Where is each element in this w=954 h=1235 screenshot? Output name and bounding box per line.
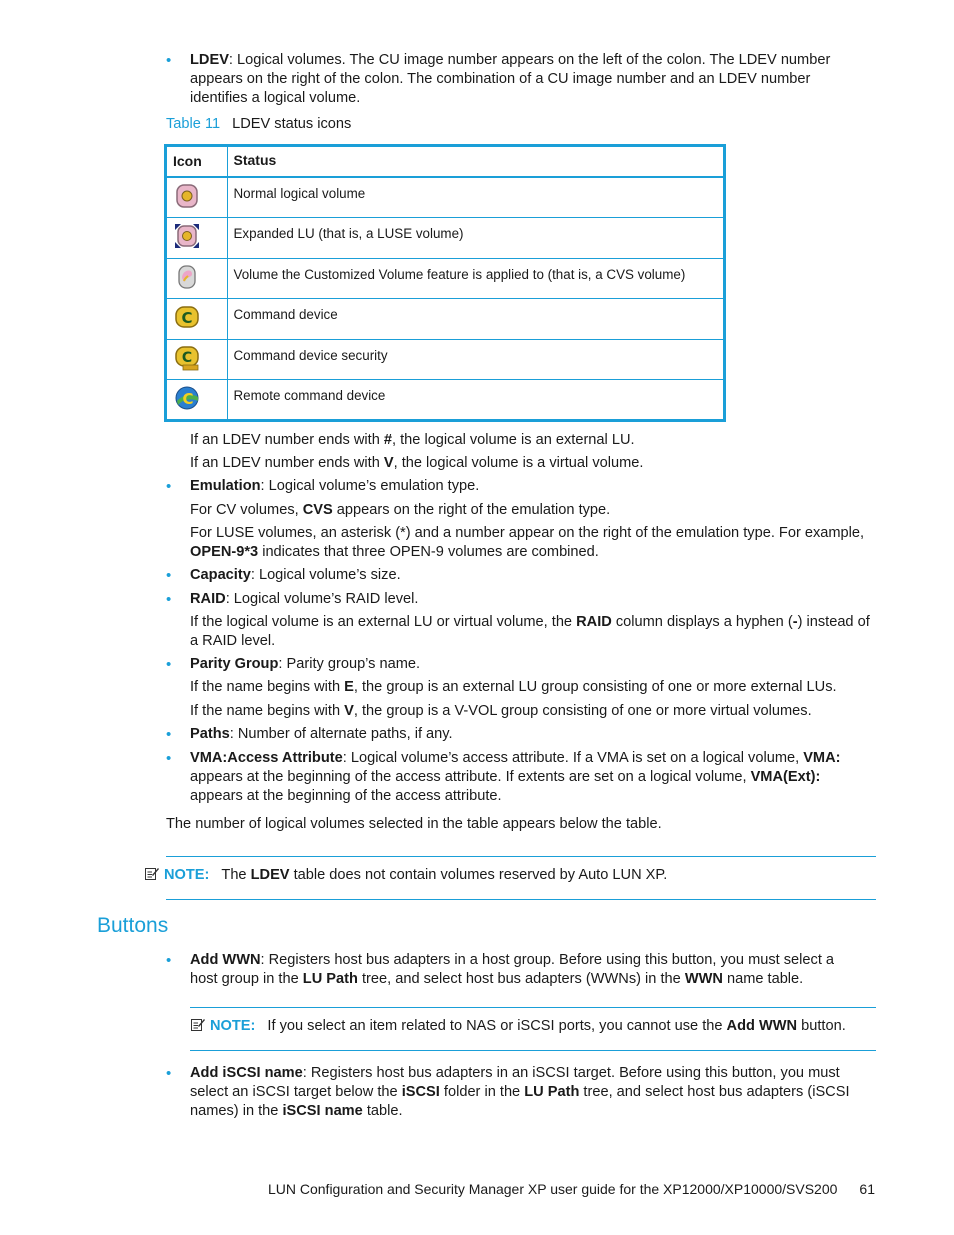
add-wwn-bullet: • Add WWN: Registers host bus adapters i… xyxy=(166,952,835,987)
column-header-status: Status xyxy=(227,147,723,178)
add-iscsi-bullet: • Add iSCSI name: Registers host bus ada… xyxy=(166,1065,850,1119)
status-text: Command device xyxy=(227,298,723,340)
parity-v-note: If the name begins with V, the group is … xyxy=(190,703,812,719)
note-add-wwn: NOTE: If you select an item related to NA… xyxy=(190,1016,846,1036)
bullet-icon: • xyxy=(166,656,172,673)
svg-text:C: C xyxy=(182,390,193,408)
note-divider-top xyxy=(166,856,876,857)
column-header-icon: Icon xyxy=(167,147,228,178)
ldev-bullet: • LDEV: Logical volumes. The CU image nu… xyxy=(166,51,856,108)
table-row: C Command device xyxy=(167,298,723,340)
status-text: Remote command device xyxy=(233,388,386,403)
note-icon xyxy=(145,868,159,880)
ldev-virtual-note: If an LDEV number ends with V, the logic… xyxy=(190,455,644,471)
emulation-luse-note: For LUSE volumes, an asterisk (*) and a … xyxy=(190,525,865,560)
vma-bullet: • VMA:Access Attribute: Logical volume’s… xyxy=(166,750,841,804)
table-caption: Table 11 LDEV status icons xyxy=(166,115,351,134)
parity-group-bullet: • Parity Group: Parity group’s name. xyxy=(166,656,421,673)
command-device-security-icon: C xyxy=(175,345,199,370)
command-device-icon: C xyxy=(175,306,199,328)
emulation-bullet: • Emulation: Logical volume’s emulation … xyxy=(166,478,480,495)
remote-command-device-icon: C xyxy=(175,386,199,410)
svg-text:C: C xyxy=(182,350,192,366)
page-number: 61 xyxy=(859,1181,875,1197)
footer-title: LUN Configuration and Security Manager X… xyxy=(267,1181,838,1197)
emulation-cv-note: For CV volumes, CVS appears on the right… xyxy=(190,502,611,518)
ldev-status-icons-table: Icon Status Normal logical volume Expand… xyxy=(164,144,726,422)
expanded-lu-icon xyxy=(175,224,199,248)
bullet-icon: • xyxy=(166,1065,172,1082)
normal-logical-volume-icon xyxy=(176,184,198,208)
table-row: Expanded LU (that is, a LUSE volume) xyxy=(167,217,723,259)
table-header-row: Icon Status xyxy=(167,147,723,178)
note-label: NOTE: xyxy=(164,867,210,883)
table-row: C Command device security xyxy=(167,339,723,380)
note-icon xyxy=(191,1019,205,1031)
selected-count-text: The number of logical volumes selected i… xyxy=(166,816,662,832)
capacity-bullet: • Capacity: Logical volume’s size. xyxy=(166,567,401,584)
paths-bullet: • Paths: Number of alternate paths, if a… xyxy=(166,726,453,743)
bullet-icon: • xyxy=(166,567,172,584)
term: LDEV xyxy=(190,52,229,68)
raid-note: If the logical volume is an external LU … xyxy=(190,614,870,649)
bullet-icon: • xyxy=(166,591,172,608)
note-divider-bottom xyxy=(166,899,876,900)
bullet-icon: • xyxy=(166,52,172,69)
cvs-volume-icon xyxy=(178,264,196,289)
note-divider-top xyxy=(190,1007,876,1008)
status-text: Normal logical volume xyxy=(227,177,723,218)
table-title: LDEV status icons xyxy=(232,116,352,132)
bullet-icon: • xyxy=(166,478,172,495)
note-label: NOTE: xyxy=(210,1018,256,1034)
table-row: C Remote command device xyxy=(167,379,723,420)
description: : Logical volumes. The CU image number a… xyxy=(190,52,831,106)
section-title-buttons: Buttons xyxy=(97,914,169,937)
ldev-external-note: If an LDEV number ends with #, the logic… xyxy=(190,432,635,448)
status-text: Expanded LU (that is, a LUSE volume) xyxy=(227,217,723,259)
bullet-icon: • xyxy=(166,750,172,767)
page-footer: LUN Configuration and Security Manager X… xyxy=(268,1180,875,1199)
raid-bullet: • RAID: Logical volume’s RAID level. xyxy=(166,591,419,608)
bullet-icon: • xyxy=(166,952,172,969)
parity-e-note: If the name begins with E, the group is … xyxy=(190,679,837,695)
table-row: Normal logical volume xyxy=(167,177,723,218)
table-row: Volume the Customized Volume feature is … xyxy=(167,258,723,299)
note-divider-bottom xyxy=(190,1050,876,1051)
table-number: Table 11 xyxy=(166,116,221,132)
bullet-icon: • xyxy=(166,726,172,743)
status-text: Volume the Customized Volume feature is … xyxy=(227,258,723,299)
status-text: Command device security xyxy=(227,339,723,380)
svg-text:C: C xyxy=(181,309,192,327)
note-ldev-table: NOTE: The LDEV table does not contain vol… xyxy=(144,865,667,885)
